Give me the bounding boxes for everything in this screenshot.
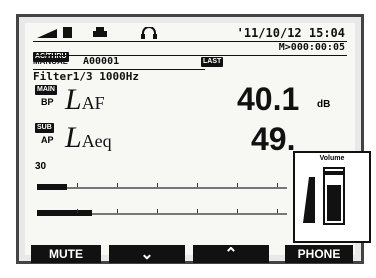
phone-button[interactable]: PHONE xyxy=(285,245,353,263)
bar-tick xyxy=(77,209,78,213)
memory-card-icon xyxy=(63,27,72,38)
antenna-icon xyxy=(37,29,57,38)
sub-weighting: AP xyxy=(41,135,54,145)
mode-row: MANUAL A00001 LAST xyxy=(33,56,347,68)
volume-level-fill xyxy=(327,185,341,221)
volume-title: Volume xyxy=(319,155,345,162)
sub-quantity-symbol: LAeq xyxy=(65,121,112,155)
volume-popup: Volume xyxy=(293,151,371,243)
elapsed-time: M>000:00:05 xyxy=(278,42,345,53)
mute-button[interactable]: MUTE xyxy=(31,245,101,263)
main-quantity-symbol: LAF xyxy=(65,83,105,117)
bar-tick xyxy=(197,209,198,213)
bar-tick xyxy=(277,209,278,213)
main-symbol: L xyxy=(65,83,82,116)
bar-tick xyxy=(117,209,118,213)
bar-tick xyxy=(157,183,158,187)
lcd-screen: '11/10/12 15:04 AC/THRU M>000:00:05 MANU… xyxy=(25,23,371,263)
range-row: AC/THRU M>000:00:05 xyxy=(33,42,347,62)
bar-tick xyxy=(157,209,158,213)
bar-tick xyxy=(237,209,238,213)
down-button[interactable]: ⌄ xyxy=(109,245,185,263)
mode-label: MANUAL xyxy=(33,57,68,66)
printer-icon xyxy=(93,27,107,37)
main-subscript: AF xyxy=(81,93,105,113)
headphones-icon xyxy=(141,27,157,39)
main-bar-track xyxy=(37,187,287,189)
main-value: 40.1 xyxy=(237,81,300,117)
main-bar-fill xyxy=(37,184,67,190)
device-display-frame: '11/10/12 15:04 AC/THRU M>000:00:05 MANU… xyxy=(16,14,371,264)
sub-symbol: L xyxy=(65,121,82,154)
sub-value: 49. xyxy=(251,121,296,157)
status-bar: '11/10/12 15:04 xyxy=(33,26,347,40)
divider xyxy=(33,55,347,56)
volume-knob[interactable] xyxy=(323,171,345,175)
bar-tick xyxy=(117,183,118,187)
sub-tag: SUB xyxy=(35,123,54,133)
main-tag: MAIN xyxy=(35,85,57,95)
date-time: '11/10/12 15:04 xyxy=(236,26,345,40)
bar-tick xyxy=(77,183,78,187)
filter-label: Filter1/3 1000Hz xyxy=(33,70,139,83)
main-unit: dB xyxy=(317,99,331,110)
volume-slider[interactable] xyxy=(323,167,345,225)
address-label: A00001 xyxy=(83,56,120,67)
bar-tick xyxy=(277,183,278,187)
bar-tick xyxy=(237,183,238,187)
main-weighting: BP xyxy=(41,97,54,107)
bar-tick xyxy=(197,183,198,187)
sub-subscript: Aeq xyxy=(81,131,112,151)
scale-min-label: 30 xyxy=(35,161,47,172)
last-badge: LAST xyxy=(201,57,224,67)
volume-ramp-icon xyxy=(303,177,315,223)
up-button[interactable]: ⌃ xyxy=(193,245,269,263)
sub-bar-fill xyxy=(37,210,92,216)
